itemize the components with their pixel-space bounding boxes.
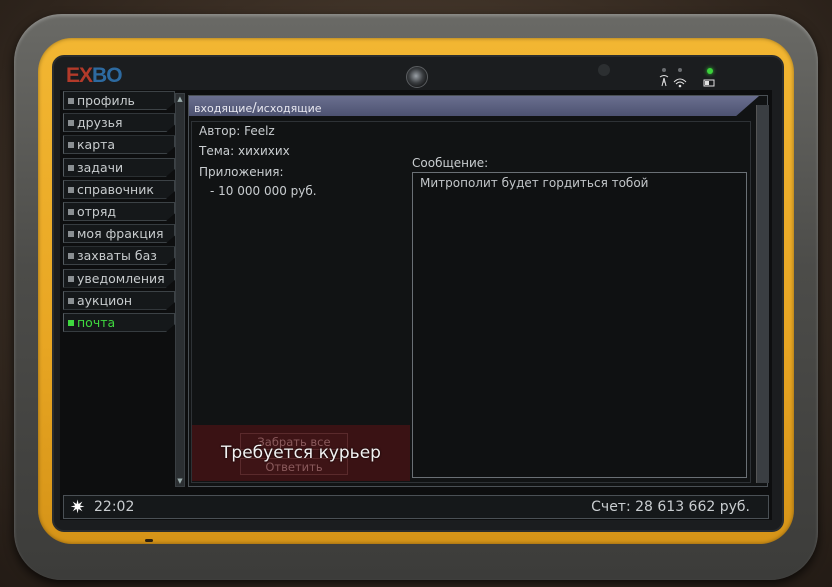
tab-outgoing[interactable]: исходящие — [257, 102, 322, 115]
bullet-icon — [68, 253, 74, 260]
status-icons — [658, 66, 718, 90]
camera-lens-icon — [406, 66, 428, 88]
bullet-icon — [68, 98, 74, 104]
bullet-icon — [68, 208, 74, 215]
sidebar-item-tasks[interactable]: задачи — [63, 157, 175, 177]
mail-scrollbar[interactable] — [756, 105, 769, 483]
sidebar-scrollbar[interactable]: ▲ ▼ — [175, 93, 185, 487]
sidebar-item-auction[interactable]: аукцион — [63, 290, 175, 310]
sidebar-item-mail[interactable]: почта — [63, 312, 175, 332]
mail-tabs: входящие/исходящие — [189, 96, 759, 116]
mail-subject: Тема: хихихих — [199, 144, 290, 158]
message-text: Митрополит будет гордиться тобой — [420, 176, 649, 190]
scroll-down-icon[interactable]: ▼ — [176, 476, 184, 486]
scroll-up-icon[interactable]: ▲ — [176, 94, 184, 104]
courier-required-label: Требуется курьер — [221, 443, 381, 463]
account-balance: Счет: 28 613 662 руб. — [591, 499, 750, 515]
bullet-icon — [68, 142, 74, 149]
sidebar-item-reference[interactable]: справочник — [63, 179, 175, 199]
sidebar-item-base-captures[interactable]: захваты баз — [63, 246, 175, 266]
antenna-wifi-battery-icons — [659, 68, 715, 88]
sensor-icon — [598, 64, 610, 76]
sidebar-nav: профиль друзья карта задачи справочник о… — [63, 91, 175, 335]
bullet-icon — [68, 186, 74, 193]
bullet-icon — [68, 275, 74, 282]
message-body: Митрополит будет гордиться тобой — [412, 172, 747, 478]
sun-icon: ✷ — [70, 497, 86, 518]
attachments-label: Приложения: — [199, 165, 284, 179]
bullet-icon — [68, 297, 74, 304]
tab-incoming[interactable]: входящие — [194, 102, 252, 115]
exbo-logo: EXBO — [66, 64, 123, 87]
sidebar-item-map[interactable]: карта — [63, 135, 175, 155]
message-label: Сообщение: — [412, 156, 489, 170]
sidebar-item-profile[interactable]: профиль — [63, 91, 175, 110]
mail-author: Автор: Feelz — [199, 124, 275, 138]
attachment-item: - 10 000 000 руб. — [210, 184, 317, 198]
sidebar-item-notifications[interactable]: уведомления — [63, 268, 175, 288]
sidebar-item-friends[interactable]: друзья — [63, 113, 175, 133]
microphone-icon — [145, 539, 153, 542]
bullet-icon — [68, 231, 74, 238]
bullet-icon — [68, 120, 74, 127]
bullet-icon — [68, 164, 74, 171]
clock-time: 22:02 — [94, 499, 135, 515]
status-bar: ✷ 22:02 Счет: 28 613 662 руб. — [63, 495, 769, 519]
sidebar-item-my-faction[interactable]: моя фракция — [63, 224, 175, 244]
bullet-icon — [68, 319, 74, 326]
sidebar-item-squad[interactable]: отряд — [63, 201, 175, 221]
